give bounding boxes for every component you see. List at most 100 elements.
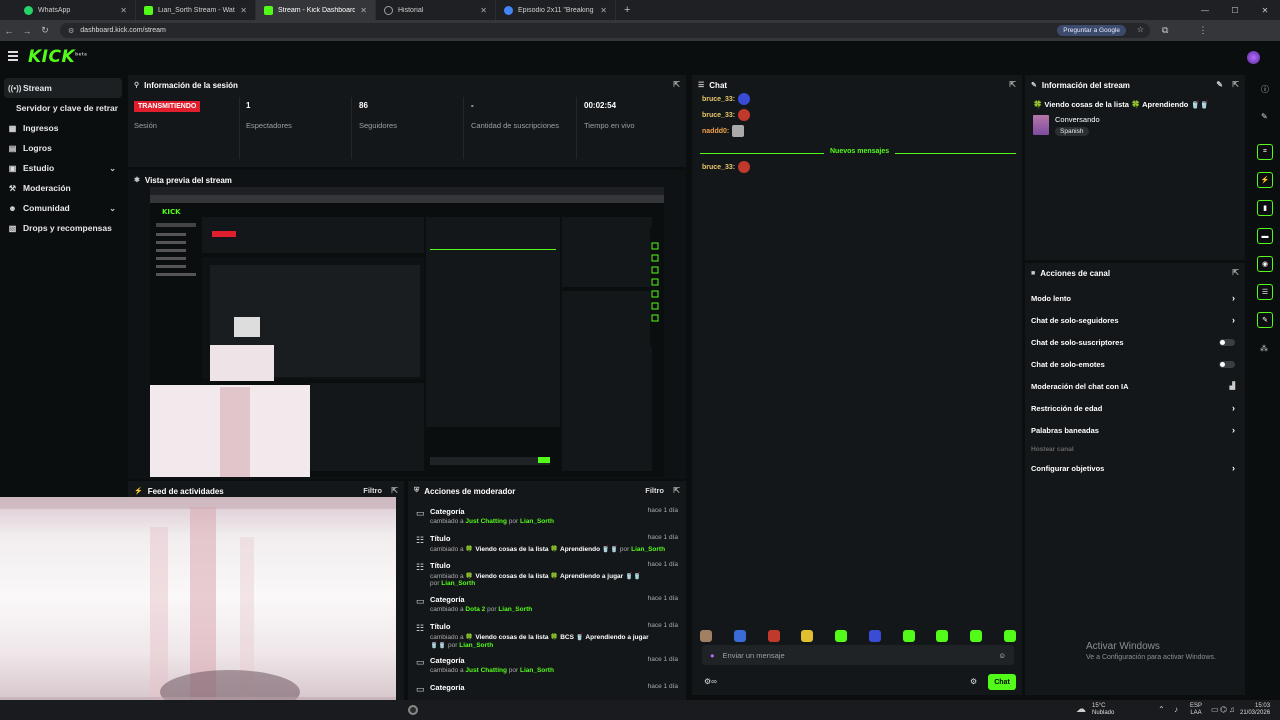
url-field[interactable]: ⚙ dashboard.kick.com/stream Preguntar a … (60, 23, 1150, 38)
emote-icon[interactable] (733, 630, 746, 642)
volume-icon[interactable]: ♫ (1229, 705, 1235, 714)
close-tab-icon[interactable]: ✕ (600, 6, 607, 15)
site-info-icon[interactable]: ⚙ (68, 27, 74, 35)
rail-button-tools[interactable]: ✎ (1257, 312, 1273, 328)
emote-icon[interactable] (970, 630, 983, 642)
filter-button[interactable]: Filtro (363, 486, 382, 495)
close-tab-icon[interactable]: ✕ (480, 6, 487, 15)
subs-only-toggle[interactable] (1219, 339, 1235, 346)
menu-icon[interactable]: ⋮ (1198, 25, 1207, 36)
emotes-only-toggle[interactable] (1219, 361, 1235, 368)
popout-icon[interactable]: ⇱ (673, 80, 680, 89)
forward-icon[interactable]: → (18, 26, 36, 36)
chat-input[interactable]: ● Enviar un mensaje ☺ (702, 645, 1014, 665)
detail-user[interactable]: Lian_Sorth (498, 606, 532, 613)
tab-episode[interactable]: Episodio 2x11 "Breaking Bad" ✕ (496, 0, 616, 20)
emote-icon[interactable] (835, 630, 848, 642)
detail-user[interactable]: Lian_Sorth (520, 667, 554, 674)
microphone-icon[interactable]: ● (710, 651, 715, 660)
stream-preview-video[interactable]: KICK (150, 187, 664, 477)
emote-icon[interactable] (801, 630, 814, 642)
rail-button-prediction[interactable]: ☰ (1257, 284, 1273, 300)
stat-value: - (471, 101, 474, 110)
emote-icon[interactable] (902, 630, 915, 642)
tab-kick-dashboard[interactable]: Stream - Kick Dashboard ✕ (256, 0, 376, 20)
new-tab-icon[interactable]: + (616, 4, 638, 16)
maximize-icon[interactable]: ☐ (1220, 6, 1250, 15)
action-followers-only[interactable]: Chat de solo-seguidores › (1025, 309, 1245, 331)
add-action-icon[interactable]: ⁂ (1260, 344, 1268, 353)
emote-icon[interactable] (868, 630, 881, 642)
ask-google-button[interactable]: Preguntar a Google (1057, 25, 1126, 36)
gear-icon[interactable]: ⚙ (970, 677, 977, 686)
bookmark-star-icon[interactable]: ☆ (1137, 25, 1144, 34)
reload-icon[interactable]: ↻ (36, 25, 54, 36)
popout-icon[interactable]: ⇱ (1009, 80, 1016, 89)
minimize-icon[interactable]: — (1190, 6, 1220, 15)
sidebar-item-server-key[interactable]: Servidor y clave de retransmisión (0, 98, 126, 118)
chevron-down-icon[interactable]: ⌄ (109, 204, 116, 213)
action-banned-words[interactable]: Palabras baneadas › (1025, 419, 1245, 441)
avatar[interactable] (1247, 51, 1260, 64)
microphone-icon[interactable]: ♪ (1174, 705, 1178, 714)
sidebar-item-moderacion[interactable]: ⚒ Moderación (0, 178, 126, 198)
rail-button-poll[interactable]: ▮ (1257, 200, 1273, 216)
chevron-up-icon[interactable]: ⌃ (1158, 705, 1165, 714)
sidebar-item-drops[interactable]: ▧ Drops y recompensas (0, 218, 126, 238)
chat-username[interactable]: bruce_33: (702, 164, 735, 171)
emoji-icon[interactable]: ☺ (998, 651, 1006, 660)
obs-app-icon[interactable] (408, 705, 418, 715)
sidebar-item-stream[interactable]: ((•)) Stream (4, 78, 122, 98)
rail-button-broadcast[interactable]: ◉ (1257, 256, 1273, 272)
network-icon[interactable]: ⌬ (1220, 705, 1227, 714)
monitor-icon[interactable]: ▭ (1211, 705, 1219, 714)
tab-lian-stream[interactable]: Lian_Sorth Stream - Watch Live ✕ (136, 0, 256, 20)
weather-widget[interactable]: 15°C Nublado (1092, 703, 1114, 717)
detail-user[interactable]: Lian_Sorth (631, 546, 665, 553)
sidebar-item-ingresos[interactable]: ▦ Ingresos (0, 118, 126, 138)
close-tab-icon[interactable]: ✕ (120, 6, 127, 15)
popout-icon[interactable]: ⇱ (1232, 268, 1239, 277)
action-goals[interactable]: Configurar objetivos › (1025, 457, 1245, 479)
extensions-icon[interactable]: ⧉ (1162, 25, 1168, 36)
emote-icon[interactable] (700, 630, 712, 642)
emote-icon[interactable] (767, 630, 780, 642)
chat-settings-icon[interactable]: ⚙∞ (704, 677, 717, 686)
language-indicator[interactable]: ESP LAA (1190, 703, 1202, 717)
action-ai-moderation[interactable]: Moderación del chat con IA ▟ (1025, 375, 1245, 397)
rail-button-raid[interactable]: ⚡ (1257, 172, 1273, 188)
clock[interactable]: 15:03 21/03/2026 (1240, 703, 1270, 717)
sidebar-item-comunidad[interactable]: ☻ Comunidad ⌄ (0, 198, 126, 218)
tab-history[interactable]: Historial ✕ (376, 0, 496, 20)
pencil-icon[interactable]: ✎ (1261, 112, 1268, 121)
rail-button-clip[interactable]: ⌗ (1257, 144, 1273, 160)
tab-whatsapp[interactable]: WhatsApp ✕ (16, 0, 136, 20)
emote-icon[interactable] (936, 630, 949, 642)
popout-icon[interactable]: ⇱ (391, 486, 398, 495)
chat-username[interactable]: bruce_33: (702, 96, 735, 103)
popout-icon[interactable]: ⇱ (1232, 80, 1239, 89)
sidebar-item-estudio[interactable]: ▣ Estudio ⌄ (0, 158, 126, 178)
kick-logo[interactable]: KICKbeta (28, 47, 87, 67)
emote-icon[interactable] (1003, 630, 1016, 642)
rail-button-chat[interactable]: ▬ (1257, 228, 1273, 244)
info-icon[interactable]: ⓘ (1261, 84, 1269, 95)
chat-username[interactable]: bruce_33: (702, 112, 735, 119)
detail-user[interactable]: Lian_Sorth (520, 518, 554, 525)
sidebar-item-logros[interactable]: ▤ Logros (0, 138, 126, 158)
chevron-down-icon[interactable]: ⌄ (109, 164, 116, 173)
action-slow-mode[interactable]: Modo lento › (1025, 287, 1245, 309)
pencil-icon[interactable]: ✎ (1216, 80, 1223, 89)
close-tab-icon[interactable]: ✕ (360, 6, 367, 15)
close-window-icon[interactable]: ✕ (1250, 6, 1280, 15)
filter-button[interactable]: Filtro (645, 486, 664, 495)
detail-user[interactable]: Lian_Sorth (459, 642, 493, 649)
popout-icon[interactable]: ⇱ (673, 486, 680, 495)
back-icon[interactable]: ← (0, 26, 18, 36)
chat-username[interactable]: naddd0: (702, 128, 729, 135)
detail-user[interactable]: Lian_Sorth (441, 580, 475, 587)
hamburger-menu-icon[interactable] (8, 51, 18, 63)
close-tab-icon[interactable]: ✕ (240, 6, 247, 15)
send-chat-button[interactable]: Chat (988, 674, 1016, 690)
action-age-restriction[interactable]: Restricción de edad › (1025, 397, 1245, 419)
